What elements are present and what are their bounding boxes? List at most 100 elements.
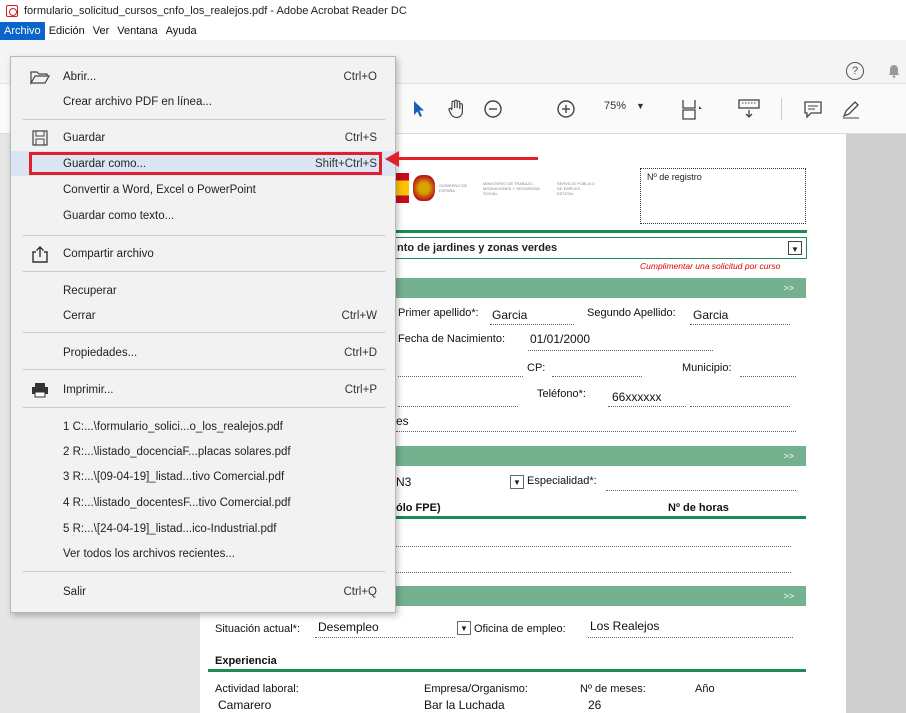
pdf-app-icon bbox=[6, 5, 18, 17]
oficina-label: Oficina de empleo: bbox=[474, 623, 566, 635]
exit-label: Salir bbox=[63, 585, 87, 598]
especialidad-label: Especialidad*: bbox=[527, 475, 597, 487]
zoom-level: 75% bbox=[604, 100, 627, 112]
save-icon bbox=[29, 129, 51, 147]
situacion-field[interactable]: Desempleo bbox=[318, 620, 379, 634]
menu-ayuda[interactable]: Ayuda bbox=[162, 22, 201, 40]
menu-item-view-all-recent[interactable]: Ver todos los archivos recientes... bbox=[11, 541, 395, 566]
menu-item-recover[interactable]: Recuperar bbox=[11, 278, 395, 303]
menu-item-open[interactable]: Abrir... Ctrl+O bbox=[11, 64, 395, 89]
solo-fpe-label: ólo FPE) bbox=[396, 502, 441, 514]
window-title: formulario_solicitud_cursos_cnfo_los_rea… bbox=[24, 5, 407, 17]
convert-label: Convertir a Word, Excel o PowerPoint bbox=[63, 183, 256, 196]
fecha-field[interactable]: 01/01/2000 bbox=[530, 332, 590, 346]
recent-file-label: 5 R:...\[24-04-19]_listad...ico-Industri… bbox=[63, 522, 277, 535]
dropdown-arrow-icon[interactable]: ▼ bbox=[457, 621, 471, 635]
menu-item-recent-1[interactable]: 1 C:...\formulario_solici...o_los_realej… bbox=[11, 414, 395, 439]
menu-bar: Archivo Edición Ver Ventana Ayuda bbox=[0, 22, 906, 40]
actividad-field[interactable]: Camarero bbox=[218, 698, 271, 712]
menu-edicion[interactable]: Edición bbox=[45, 22, 89, 40]
municipio-field[interactable] bbox=[740, 376, 796, 377]
especialidad-field[interactable] bbox=[606, 490, 796, 491]
primer-apellido-label: Primer apellido*: bbox=[398, 307, 479, 319]
field-underline bbox=[315, 637, 455, 638]
highlight-box bbox=[29, 152, 382, 175]
zoom-out-icon[interactable] bbox=[480, 96, 506, 122]
properties-label: Propiedades... bbox=[63, 346, 138, 359]
fit-page-icon[interactable] bbox=[680, 96, 706, 122]
primer-apellido-field[interactable]: Garcia bbox=[492, 308, 527, 322]
folder-open-icon bbox=[29, 68, 51, 86]
menu-archivo[interactable]: Archivo bbox=[0, 22, 45, 40]
meses-label: Nº de meses: bbox=[580, 683, 646, 695]
printer-icon bbox=[29, 381, 51, 399]
zoom-in-icon[interactable] bbox=[553, 96, 579, 122]
menu-divider bbox=[23, 369, 385, 370]
zoom-level-dropdown[interactable]: 75% ▼ bbox=[604, 100, 645, 112]
recent-file-label: 1 C:...\formulario_solici...o_los_realej… bbox=[63, 420, 283, 433]
open-shortcut: Ctrl+O bbox=[343, 70, 377, 83]
recent-file-label: 2 R:...\listado_docenciaF...placas solar… bbox=[63, 445, 291, 458]
save-label: Guardar bbox=[63, 131, 106, 144]
menu-item-recent-5[interactable]: 5 R:...\[24-04-19]_listad...ico-Industri… bbox=[11, 516, 395, 541]
field-underline bbox=[528, 350, 713, 351]
bell-icon[interactable] bbox=[888, 64, 900, 78]
scroll-mode-icon[interactable] bbox=[736, 96, 762, 122]
field-underline bbox=[608, 406, 686, 407]
menu-divider bbox=[23, 407, 385, 408]
menu-item-recent-2[interactable]: 2 R:...\listado_docenciaF...placas solar… bbox=[11, 439, 395, 464]
hand-tool-icon[interactable] bbox=[443, 96, 469, 122]
meses-field[interactable]: 26 bbox=[588, 698, 601, 712]
menu-item-properties[interactable]: Propiedades... Ctrl+D bbox=[11, 340, 395, 365]
field-underline bbox=[690, 406, 790, 407]
oficina-field[interactable]: Los Realejos bbox=[590, 619, 659, 633]
arrow-head-icon bbox=[385, 151, 399, 167]
segundo-apellido-field[interactable]: Garcia bbox=[693, 308, 728, 322]
menu-ver[interactable]: Ver bbox=[89, 22, 114, 40]
dropdown-arrow-icon[interactable]: ▼ bbox=[788, 241, 802, 255]
course-select[interactable]: nto de jardines y zonas verdes ▼ bbox=[395, 237, 807, 259]
field-underline bbox=[690, 324, 790, 325]
menu-item-share[interactable]: Compartir archivo bbox=[11, 241, 395, 266]
es-fragment: es bbox=[396, 414, 409, 428]
comment-icon[interactable] bbox=[800, 96, 826, 122]
menu-item-exit[interactable]: Salir Ctrl+Q bbox=[11, 579, 395, 604]
empresa-label: Empresa/Organismo: bbox=[424, 683, 528, 695]
experiencia-label: Experiencia bbox=[215, 655, 277, 667]
menu-item-recent-3[interactable]: 3 R:...\[09-04-19]_listad...tivo Comerci… bbox=[11, 464, 395, 489]
close-label: Cerrar bbox=[63, 309, 96, 322]
annotation-arrow bbox=[396, 157, 538, 160]
logo-text-sepe: SERVICIO PÚBLICO DE EMPLEO ESTATAL bbox=[557, 180, 595, 196]
pen-icon[interactable] bbox=[838, 96, 864, 122]
menu-ventana[interactable]: Ventana bbox=[113, 22, 161, 40]
field-underline bbox=[396, 431, 796, 432]
actividad-label: Actividad laboral: bbox=[215, 683, 299, 695]
menu-divider bbox=[23, 271, 385, 272]
nivel-field[interactable]: N3 bbox=[396, 475, 411, 489]
menu-item-save[interactable]: Guardar Ctrl+S bbox=[11, 125, 395, 150]
dropdown-arrow-icon[interactable]: ▼ bbox=[510, 475, 524, 489]
menu-item-recent-4[interactable]: 4 R:...\listado_docentesF...tivo Comerci… bbox=[11, 490, 395, 515]
menu-item-save-text[interactable]: Guardar como texto... bbox=[11, 203, 395, 228]
municipio-label: Municipio: bbox=[682, 362, 732, 374]
green-rule bbox=[208, 669, 806, 672]
cp-field[interactable] bbox=[552, 376, 642, 377]
share-icon bbox=[29, 245, 51, 263]
field-underline bbox=[396, 572, 791, 573]
telefono-field[interactable]: 66xxxxxx bbox=[612, 390, 661, 404]
menu-item-create-pdf[interactable]: Crear archivo PDF en línea... bbox=[11, 89, 395, 114]
menu-item-convert[interactable]: Convertir a Word, Excel o PowerPoint bbox=[11, 177, 395, 202]
registro-label: Nº de registro bbox=[647, 172, 702, 182]
field-underline bbox=[490, 324, 574, 325]
menu-item-print[interactable]: Imprimir... Ctrl+P bbox=[11, 377, 395, 402]
empresa-field[interactable]: Bar la Luchada bbox=[424, 698, 505, 712]
course-value: nto de jardines y zonas verdes bbox=[397, 242, 558, 254]
menu-item-close[interactable]: Cerrar Ctrl+W bbox=[11, 303, 395, 328]
menu-divider bbox=[23, 119, 385, 120]
print-label: Imprimir... bbox=[63, 383, 114, 396]
help-icon[interactable]: ? bbox=[846, 62, 864, 80]
recover-label: Recuperar bbox=[63, 284, 117, 297]
select-pointer-icon[interactable] bbox=[406, 96, 432, 122]
green-rule bbox=[395, 230, 807, 233]
menu-divider bbox=[23, 235, 385, 236]
